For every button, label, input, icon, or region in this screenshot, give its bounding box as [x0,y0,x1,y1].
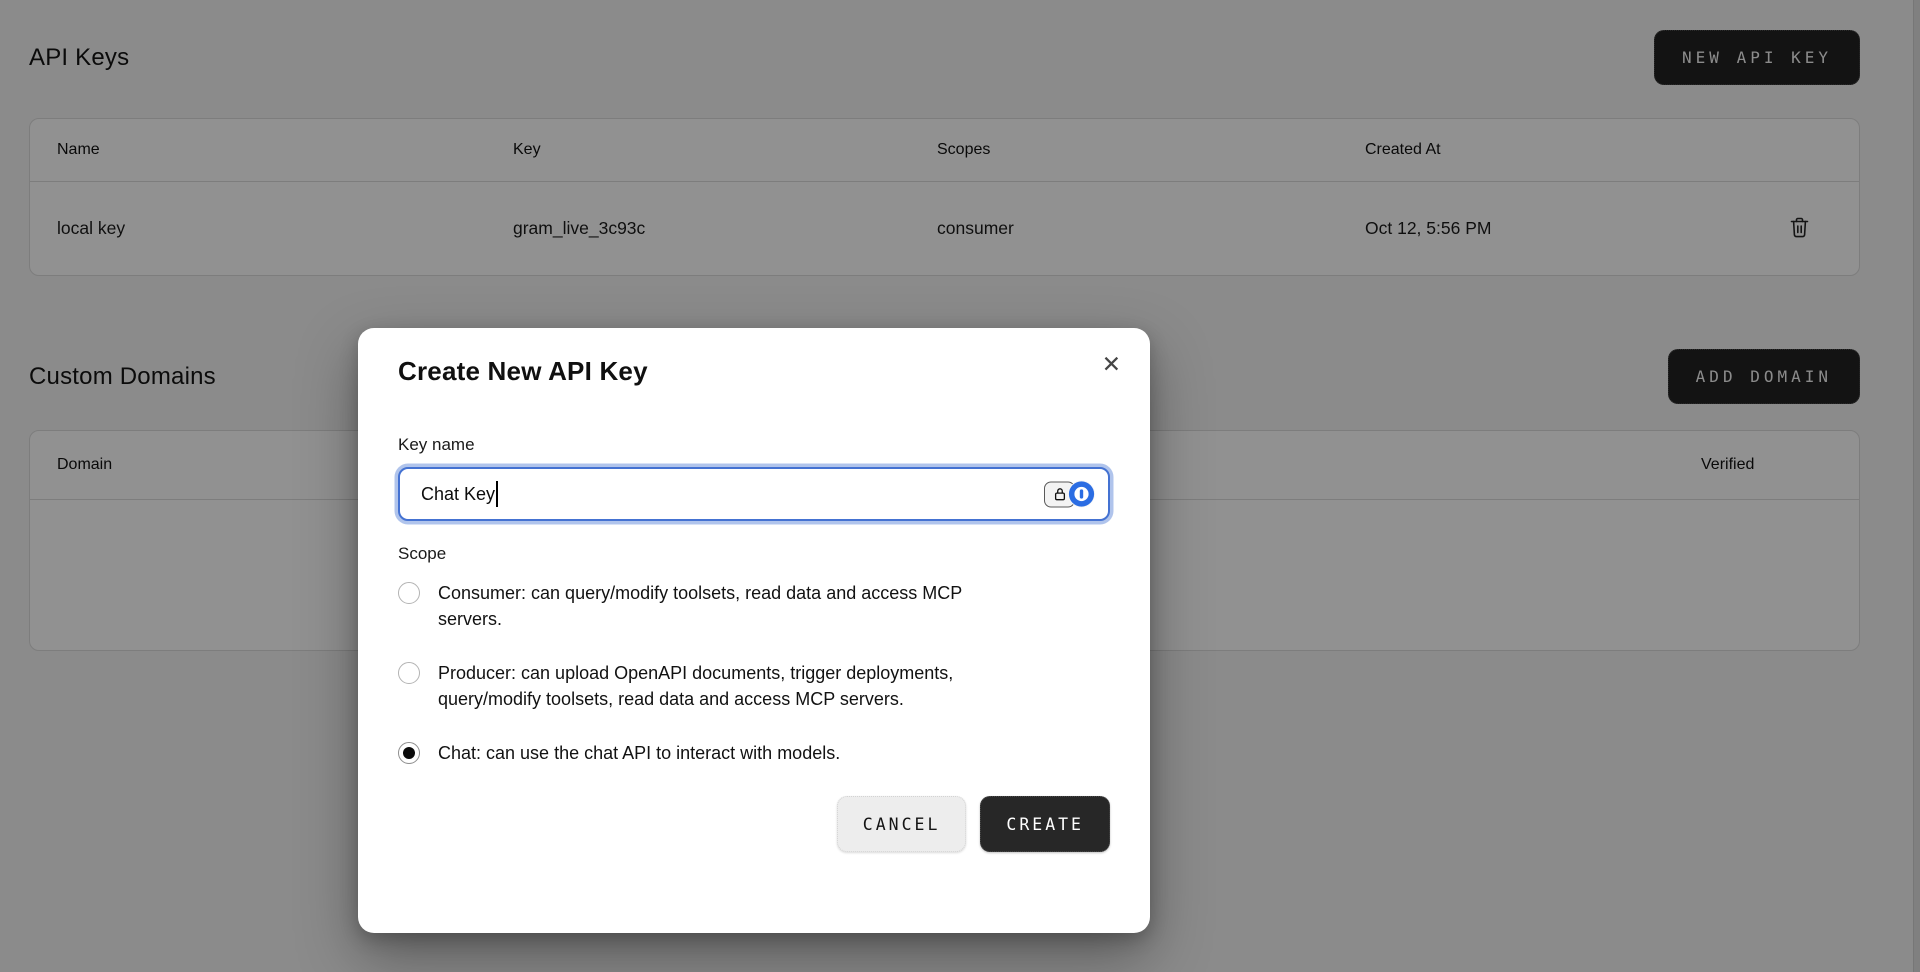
dialog-actions: CANCEL CREATE [398,796,1110,852]
password-manager-widgets [1044,481,1095,508]
scope-label: Scope [398,544,1110,564]
radio-label: Producer: can upload OpenAPI documents, … [438,660,953,712]
scope-option-producer[interactable]: Producer: can upload OpenAPI documents, … [398,660,1110,712]
text-caret [496,481,498,507]
key-name-label: Key name [398,435,1110,455]
scope-option-chat[interactable]: Chat: can use the chat API to interact w… [398,740,1110,766]
onepassword-icon[interactable] [1068,481,1095,508]
create-button[interactable]: CREATE [980,796,1110,852]
key-name-value: Chat Key [421,484,495,505]
dialog-title: Create New API Key [398,356,1110,387]
radio-button[interactable] [398,662,420,684]
radio-button[interactable] [398,582,420,604]
close-button[interactable]: ✕ [1100,352,1123,379]
x-icon: ✕ [1102,352,1121,378]
radio-label: Chat: can use the chat API to interact w… [438,740,840,766]
scope-radio-group: Consumer: can query/modify toolsets, rea… [398,580,1110,766]
create-api-key-dialog: ✕ Create New API Key Key name Chat Key S… [358,328,1150,933]
radio-label: Consumer: can query/modify toolsets, rea… [438,580,962,632]
radio-button[interactable] [398,742,420,764]
key-name-input[interactable]: Chat Key [398,467,1110,521]
cancel-button[interactable]: CANCEL [837,796,967,852]
scope-option-consumer[interactable]: Consumer: can query/modify toolsets, rea… [398,580,1110,632]
